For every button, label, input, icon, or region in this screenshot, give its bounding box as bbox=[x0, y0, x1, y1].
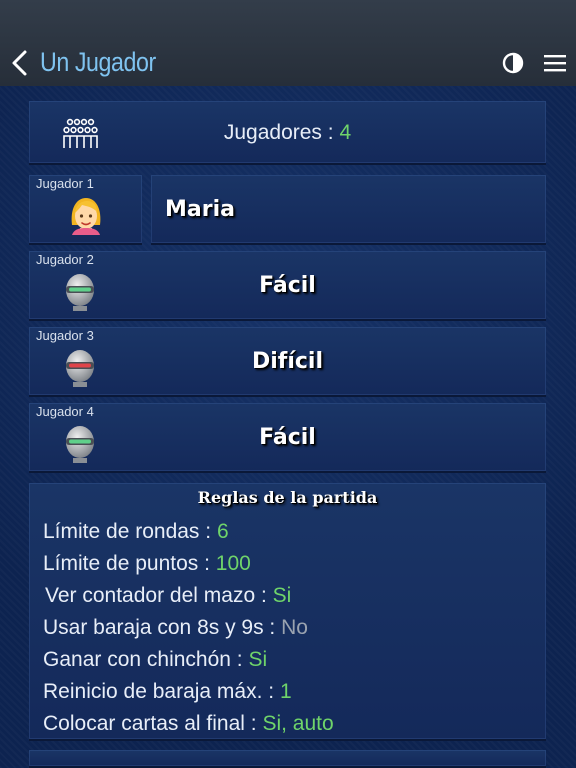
rules-panel[interactable]: Reglas de la partida Límite de rondas : … bbox=[29, 483, 546, 741]
page-title: Un Jugador bbox=[40, 47, 156, 77]
next-panel-partial[interactable] bbox=[29, 750, 546, 768]
rules-title: Reglas de la partida bbox=[197, 488, 378, 507]
player-2-level: Fácil bbox=[259, 273, 316, 298]
rule-points-limit: Límite de puntos : 100 bbox=[43, 552, 251, 575]
top-bar: Un Jugador bbox=[0, 0, 576, 86]
player-2-label: Jugador 2 bbox=[36, 252, 94, 267]
player-1-avatar-button[interactable]: Jugador 1 bbox=[29, 175, 142, 245]
hamburger-menu-icon[interactable] bbox=[543, 53, 567, 73]
player-1-name: Maria bbox=[165, 197, 235, 222]
rule-deck-counter: Ver contador del mazo : Si bbox=[45, 584, 292, 607]
rule-round-limit: Límite de rondas : 6 bbox=[43, 520, 229, 543]
players-count-value: 4 bbox=[339, 121, 352, 144]
rule-win-chinchon: Ganar con chinchón : Si bbox=[43, 648, 268, 671]
player-2-row[interactable]: Jugador 2 Fácil bbox=[29, 251, 546, 321]
player-4-label: Jugador 4 bbox=[36, 404, 94, 419]
player-4-row[interactable]: Jugador 4 Fácil bbox=[29, 403, 546, 473]
rule-place-cards-end: Colocar cartas al final : Si, auto bbox=[43, 712, 334, 735]
rule-deck-restart: Reinicio de baraja máx. : 1 bbox=[43, 680, 292, 703]
player-3-row[interactable]: Jugador 3 Difícil bbox=[29, 327, 546, 397]
rule-deck-8s-9s: Usar baraja con 8s y 9s : No bbox=[43, 616, 308, 639]
player-1-name-field[interactable]: Maria bbox=[151, 175, 546, 245]
players-count-label: Jugadores : 4 bbox=[223, 121, 352, 144]
player-4-level: Fácil bbox=[259, 425, 316, 450]
players-count-selector[interactable]: Jugadores : 4 bbox=[29, 101, 546, 165]
contrast-icon[interactable] bbox=[502, 52, 524, 74]
woman-avatar-icon bbox=[71, 198, 101, 235]
player-3-label: Jugador 3 bbox=[36, 328, 94, 343]
chevron-left-icon[interactable] bbox=[8, 48, 32, 78]
player-1-label: Jugador 1 bbox=[36, 176, 94, 191]
player-3-level: Difícil bbox=[251, 349, 324, 374]
